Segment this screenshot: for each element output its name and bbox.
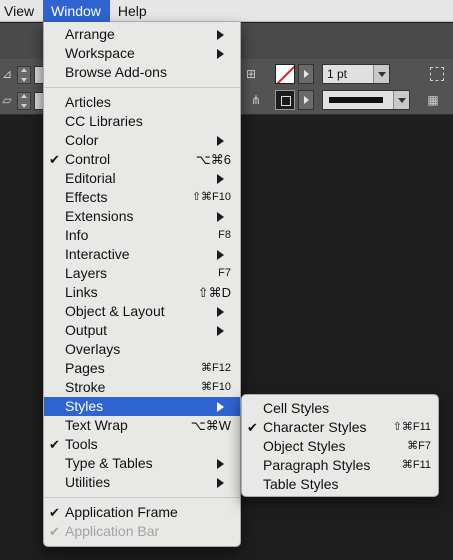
menu-item-articles[interactable]: Articles bbox=[44, 93, 240, 112]
menu-item-overlays[interactable]: Overlays bbox=[44, 340, 240, 359]
menu-item-application-frame[interactable]: ✔ Application Frame bbox=[44, 503, 240, 522]
submenu-arrow-icon bbox=[217, 478, 224, 488]
menu-separator bbox=[44, 87, 240, 88]
select-container-icon[interactable]: ⊞ bbox=[244, 67, 258, 81]
frame-fitting-icon[interactable] bbox=[430, 67, 444, 81]
submenu-arrow-icon bbox=[217, 174, 224, 184]
stroke-swatch[interactable] bbox=[275, 90, 295, 110]
menu-item-workspace[interactable]: Workspace bbox=[44, 44, 240, 63]
shortcut-label: ⌥⌘W bbox=[190, 418, 231, 433]
menu-item-links[interactable]: Links ⇧⌘D bbox=[44, 283, 240, 302]
menu-bar: View Window Help bbox=[0, 0, 453, 22]
checkmark-icon: ✔ bbox=[49, 437, 60, 452]
window-menu: Arrange Workspace Browse Add-ons Article… bbox=[43, 22, 241, 547]
submenu-arrow-icon bbox=[217, 459, 224, 469]
submenu-arrow-icon bbox=[217, 402, 224, 412]
shortcut-label: ⇧⌘F10 bbox=[191, 191, 231, 203]
shortcut-label: ⇧⌘D bbox=[197, 285, 231, 300]
menu-item-cell-styles[interactable]: Cell Styles bbox=[242, 399, 438, 418]
stroke-weight-value: 1 pt bbox=[327, 67, 348, 81]
menu-item-text-wrap[interactable]: Text Wrap ⌥⌘W bbox=[44, 416, 240, 435]
shortcut-label: F7 bbox=[218, 267, 231, 279]
submenu-arrow-icon bbox=[217, 326, 224, 336]
checkmark-icon: ✔ bbox=[49, 524, 60, 539]
shortcut-label: ⇧⌘F11 bbox=[392, 421, 431, 433]
menu-item-styles[interactable]: Styles bbox=[44, 397, 240, 416]
menu-item-editorial[interactable]: Editorial bbox=[44, 169, 240, 188]
menu-item-utilities[interactable]: Utilities bbox=[44, 473, 240, 492]
menu-item-pages[interactable]: Pages ⌘F12 bbox=[44, 359, 240, 378]
checker-icon[interactable]: ▦ bbox=[426, 93, 440, 107]
checkmark-icon: ✔ bbox=[49, 505, 60, 520]
menu-item-control[interactable]: ✔ Control ⌥⌘6 bbox=[44, 150, 240, 169]
submenu-arrow-icon bbox=[217, 49, 224, 59]
menu-window[interactable]: Window bbox=[43, 0, 110, 22]
submenu-arrow-icon bbox=[217, 250, 224, 260]
menu-item-tools[interactable]: ✔ Tools bbox=[44, 435, 240, 454]
menu-item-extensions[interactable]: Extensions bbox=[44, 207, 240, 226]
menu-item-browse-add-ons[interactable]: Browse Add-ons bbox=[44, 63, 240, 82]
checkmark-icon: ✔ bbox=[49, 152, 60, 167]
menu-item-color[interactable]: Color bbox=[44, 131, 240, 150]
submenu-arrow-icon bbox=[217, 212, 224, 222]
menu-item-type-tables[interactable]: Type & Tables bbox=[44, 454, 240, 473]
shortcut-label: ⌘F12 bbox=[201, 362, 231, 374]
menu-item-object-styles[interactable]: Object Styles ⌘F7 bbox=[242, 437, 438, 456]
menu-item-effects[interactable]: Effects ⇧⌘F10 bbox=[44, 188, 240, 207]
shortcut-label: F8 bbox=[218, 229, 231, 241]
shortcut-label: ⌘F10 bbox=[201, 381, 231, 393]
menu-item-character-styles[interactable]: ✔ Character Styles ⇧⌘F11 bbox=[242, 418, 438, 437]
menu-item-info[interactable]: Info F8 bbox=[44, 226, 240, 245]
checkmark-icon: ✔ bbox=[247, 420, 258, 435]
menu-item-object-layout[interactable]: Object & Layout bbox=[44, 302, 240, 321]
shortcut-label: ⌘F11 bbox=[401, 459, 431, 471]
menu-item-cc-libraries[interactable]: CC Libraries bbox=[44, 112, 240, 131]
stroke-type-preview bbox=[329, 97, 383, 103]
menu-item-stroke[interactable]: Stroke ⌘F10 bbox=[44, 378, 240, 397]
shear-icon: ⊿ bbox=[1, 67, 13, 81]
fill-swatch[interactable] bbox=[275, 64, 295, 84]
shear-stepper[interactable] bbox=[17, 66, 31, 84]
menu-separator bbox=[44, 497, 240, 498]
menu-item-layers[interactable]: Layers F7 bbox=[44, 264, 240, 283]
submenu-arrow-icon bbox=[217, 307, 224, 317]
fill-menu-button[interactable] bbox=[298, 64, 314, 84]
chevron-down-icon[interactable] bbox=[373, 65, 389, 83]
distribute-icon[interactable]: ⋔ bbox=[249, 93, 263, 107]
menu-view[interactable]: View bbox=[0, 0, 43, 22]
stroke-type-combo[interactable] bbox=[322, 90, 410, 110]
submenu-arrow-icon bbox=[217, 136, 224, 146]
menu-item-paragraph-styles[interactable]: Paragraph Styles ⌘F11 bbox=[242, 456, 438, 475]
submenu-arrow-icon bbox=[217, 30, 224, 40]
stroke-weight-combo[interactable]: 1 pt bbox=[322, 64, 390, 84]
menu-item-application-bar: ✔ Application Bar bbox=[49, 523, 160, 539]
chevron-down-icon[interactable] bbox=[393, 91, 409, 109]
shortcut-label: ⌥⌘6 bbox=[195, 152, 231, 167]
menu-item-arrange[interactable]: Arrange bbox=[44, 25, 240, 44]
stroke-menu-button[interactable] bbox=[298, 90, 314, 110]
menu-help[interactable]: Help bbox=[110, 0, 156, 22]
menu-item-output[interactable]: Output bbox=[44, 321, 240, 340]
menu-item-table-styles[interactable]: Table Styles bbox=[242, 475, 438, 494]
rotate-icon: ▱ bbox=[2, 93, 12, 107]
styles-submenu: Cell Styles ✔ Character Styles ⇧⌘F11 Obj… bbox=[241, 394, 439, 497]
shortcut-label: ⌘F7 bbox=[407, 440, 431, 452]
rotate-stepper[interactable] bbox=[17, 92, 31, 110]
menu-item-interactive[interactable]: Interactive bbox=[44, 245, 240, 264]
